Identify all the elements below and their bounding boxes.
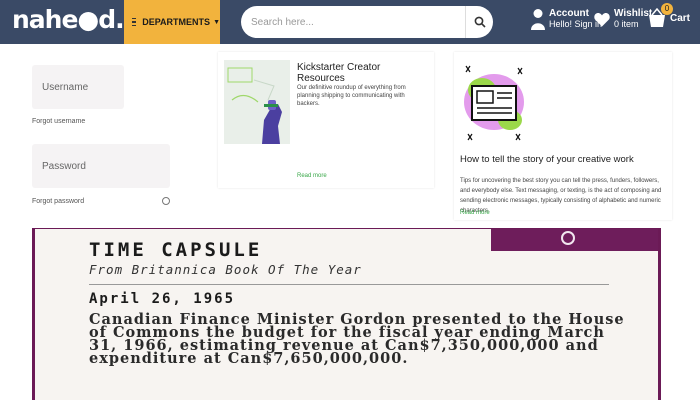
search-button[interactable] — [465, 6, 493, 38]
menu-icon — [132, 16, 137, 29]
whiteboard-image — [224, 60, 290, 144]
clock-icon — [561, 231, 575, 245]
time-capsule-subtitle: From Britannica Book Of The Year — [89, 262, 362, 277]
time-capsule-panel: TIME CAPSULE From Britannica Book Of The… — [32, 228, 661, 400]
read-more-link[interactable]: Read more — [297, 173, 327, 179]
card-description: Tips for uncovering the best story you c… — [460, 178, 662, 214]
time-capsule-banner — [491, 229, 658, 251]
caret-down-icon: ▼ — [213, 18, 220, 26]
search-bar — [241, 6, 493, 38]
wishlist-link[interactable]: Wishlist 0 item — [594, 8, 652, 30]
card-title[interactable]: Kickstarter Creator Resources — [297, 62, 427, 84]
cart-title: Cart — [670, 12, 691, 24]
username-field[interactable]: Username — [32, 65, 124, 109]
story-card: How to tell the story of your creative w… — [454, 52, 672, 220]
account-link[interactable]: Account Hello! Sign in — [531, 8, 602, 30]
show-password-icon[interactable] — [162, 197, 170, 205]
user-icon — [531, 9, 545, 30]
card-title[interactable]: How to tell the story of your creative w… — [460, 154, 634, 165]
departments-button[interactable]: DEPARTMENTS ▼ — [124, 0, 220, 44]
forgot-username-link[interactable]: Forgot username — [32, 118, 85, 125]
cart-link[interactable]: 0 Cart — [648, 3, 691, 28]
divider — [89, 284, 609, 285]
departments-label: DEPARTMENTS — [142, 17, 211, 27]
wishlist-sub: 0 item — [614, 19, 639, 29]
card-description: Our definitive roundup of everything fro… — [297, 85, 406, 107]
wishlist-title: Wishlist — [614, 8, 653, 19]
search-icon — [474, 16, 486, 28]
password-field[interactable]: Password — [32, 144, 170, 188]
read-more-link[interactable]: Read more — [460, 210, 490, 216]
search-input[interactable] — [241, 7, 463, 37]
site-header: nahe●d.pk DEPARTMENTS ▼ Account Hello! S… — [0, 0, 700, 44]
cart-count-badge: 0 — [661, 3, 673, 15]
time-capsule-body: Canadian Finance Minister Gordon present… — [89, 311, 625, 367]
time-capsule-title: TIME CAPSULE — [89, 239, 263, 261]
resource-card: Kickstarter Creator Resources Our defini… — [218, 52, 434, 188]
forgot-password-link[interactable]: Forgot password — [32, 198, 84, 205]
heart-icon — [594, 12, 610, 26]
time-capsule-date: April 26, 1965 — [89, 291, 236, 307]
newspaper-illustration — [460, 60, 528, 146]
